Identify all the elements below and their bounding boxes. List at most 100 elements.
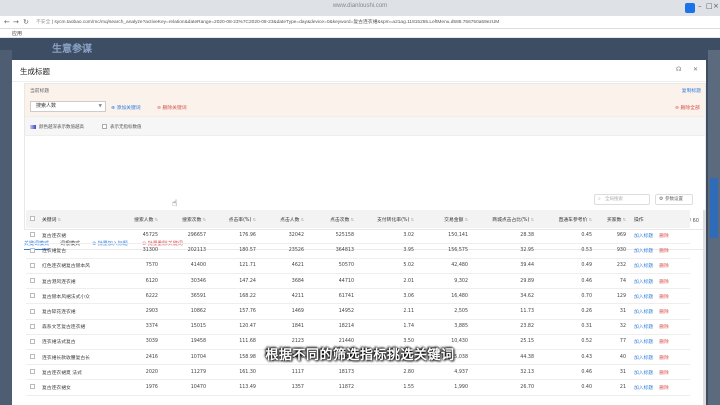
column-header-label: 搜索次数 [182,217,202,223]
column-header[interactable]: 商城点击占比(%) ⇅ [472,210,538,228]
metric-cell: 32 [596,319,630,335]
metric-cell: 18173 [308,364,358,381]
metric-select[interactable]: 搜索人数 ▼ [30,101,106,112]
url-field[interactable]: 不安全 | sycm.taobao.com/mc/mq/search_analy… [36,18,676,27]
delete-link[interactable]: 删除 [659,325,669,330]
delete-link[interactable]: 删除 [659,386,669,391]
extension-icon[interactable] [685,3,695,13]
clear-all-label: 删除全部 [680,106,700,111]
add-to-title-link[interactable]: 加入标题 [634,371,653,376]
add-to-title-link[interactable]: 加入标题 [634,325,653,330]
search-placeholder: 全局搜索 [605,197,623,202]
delete-link[interactable]: 删除 [659,310,669,315]
metric-cell: 0.70 [538,288,596,305]
row-checkbox[interactable] [30,232,35,238]
row-checkbox[interactable] [30,278,35,284]
sort-icon[interactable]: ⇅ [153,217,158,222]
column-header[interactable]: 点击人数 ⇅ [260,210,308,228]
add-to-title-link[interactable]: 加入标题 [634,264,653,269]
sort-icon[interactable]: ⇅ [463,217,468,222]
sort-icon[interactable]: ⇅ [587,217,592,222]
bookmark-apps[interactable]: 应用 [12,30,22,37]
row-checkbox[interactable] [30,293,35,299]
row-checkbox[interactable] [30,308,35,314]
table-row: 复古连衣裙女 1976 10470 113.49 1357 11872 1.55 1,990 2… [26,379,690,396]
search-input[interactable]: ⌕ 全局搜索 [594,194,650,205]
sort-icon[interactable]: ⇅ [251,217,256,222]
column-header[interactable]: 关键词 ⇅ [38,210,114,228]
reload-icon[interactable]: ↻ [23,18,29,26]
table-row: 连衣裙复古 31300 202113 180.57 23526 364813 3.95 156… [26,243,690,259]
metric-select-value: 搜索人数 [36,103,57,109]
row-checkbox[interactable] [30,247,35,253]
sort-icon[interactable]: ⇅ [529,217,534,222]
sort-icon[interactable]: ⇅ [56,217,61,222]
delete-keyword-label: 删除关键词 [162,106,187,111]
add-to-title-link[interactable]: 加入标题 [634,234,653,239]
maximize-icon[interactable]: □ [706,2,713,10]
clear-all-button[interactable]: ⊖ 删除全部 [675,104,700,111]
param-settings-button[interactable]: ⚙ 参数设置 [655,194,693,205]
column-header[interactable]: 点击率(%) ⇅ [210,210,260,228]
back-icon[interactable]: ← [4,18,10,26]
column-header[interactable]: 搜索次数 ⇅ [162,210,210,228]
column-header[interactable]: 支付转化率(%) ⇅ [358,210,418,228]
side-tag[interactable] [710,178,718,238]
metric-cell: 2.11 [358,303,418,320]
delete-link[interactable]: 删除 [659,280,669,285]
metric-cell: 3374 [114,319,162,335]
add-to-title-link[interactable]: 加入标题 [634,249,653,254]
metric-cell: 29.89 [472,273,538,290]
select-all-checkbox[interactable] [30,216,35,221]
sort-icon[interactable]: ⇅ [621,217,626,222]
row-checkbox[interactable] [30,262,35,268]
column-header[interactable]: 交易金额 ⇅ [418,210,472,228]
headset-icon[interactable]: ☊ [676,66,681,73]
row-checkbox[interactable] [30,323,35,329]
browser-titlebar: www.dianloushi.com – □ × [0,0,720,16]
delete-link[interactable]: 删除 [659,264,669,269]
add-to-title-link[interactable]: 加入标题 [634,310,653,315]
metric-cell: 147.24 [210,273,260,290]
keyword-cell: 复古赫本风裙法式小众 [38,288,114,305]
forward-icon[interactable]: → [13,18,19,26]
heat-legend-text: 颜色越深表示数值越高 [39,125,84,130]
current-title-panel: 当前标题 复制标题 搜索人数 ▼ ⊕ 添加关键词 ⊖ 删除关键词 ⊖ 删除全部 … [24,83,706,230]
dialog-close-icon[interactable]: ✕ [693,66,698,73]
sort-icon[interactable]: ⇅ [299,217,304,222]
column-header[interactable]: 搜索人数 ⇅ [114,210,162,228]
row-checkbox[interactable] [30,384,35,390]
column-header: 操作 [630,210,690,228]
close-icon[interactable]: × [713,2,719,10]
row-checkbox-cell [26,379,38,396]
add-to-title-link[interactable]: 加入标题 [634,280,653,285]
metric-cell: 930 [596,243,630,259]
metric-cell: 129 [596,288,630,305]
sort-icon[interactable]: ⇅ [349,217,354,222]
column-header-label: 交易金额 [444,217,464,223]
metric-cell: 1,990 [418,379,472,396]
sort-icon[interactable]: ⇅ [409,217,414,222]
column-header[interactable]: 点击次数 ⇅ [308,210,358,228]
sort-icon[interactable]: ⇅ [201,217,206,222]
column-header-label: 点击率(%) [228,217,252,223]
delete-link[interactable]: 删除 [659,295,669,300]
table-scrollbar[interactable] [703,210,706,405]
copy-title-button[interactable]: 复制标题 [682,87,701,94]
column-header[interactable]: 直通车参考价 ⇅ [538,210,596,228]
delete-link[interactable]: 删除 [659,234,669,239]
metric-cell: 4211 [260,288,308,305]
delete-link[interactable]: 删除 [659,371,669,376]
chevron-down-icon: ▼ [98,104,102,109]
minimize-icon[interactable]: – [698,2,702,10]
metric-cell: 16,480 [418,288,472,305]
add-to-title-link[interactable]: 加入标题 [634,386,653,391]
add-keyword-button[interactable]: ⊕ 添加关键词 [111,104,141,111]
column-header[interactable]: 买家数 ⇅ [596,210,630,228]
delete-keyword-button[interactable]: ⊖ 删除关键词 [157,104,187,111]
metric-cell: 18214 [308,319,358,335]
delete-link[interactable]: 删除 [659,249,669,254]
add-to-title-link[interactable]: 加入标题 [634,295,653,300]
row-checkbox[interactable] [30,369,35,375]
dialog-header: 生成标题 ☊ ✕ [12,60,706,82]
